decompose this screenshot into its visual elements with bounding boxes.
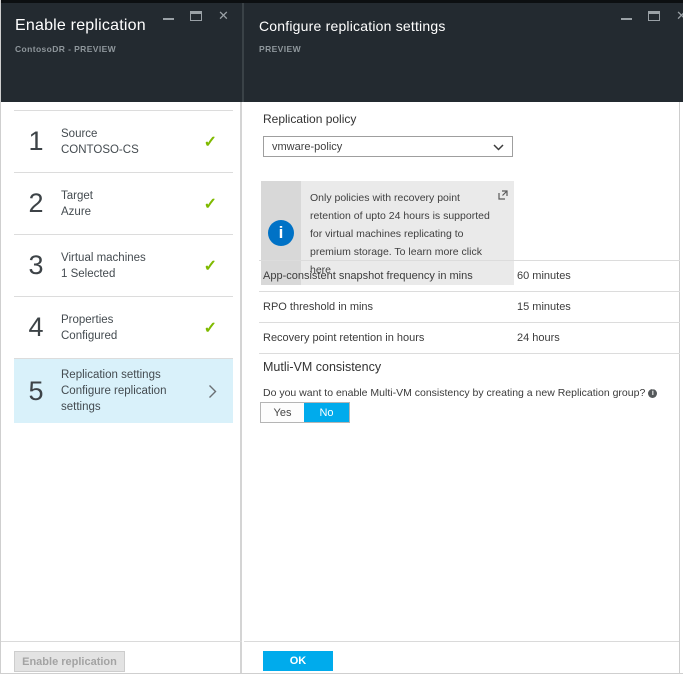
replication-policy-dropdown[interactable]: vmware-policy xyxy=(263,136,513,157)
step-virtual-machines[interactable]: 3 Virtual machines 1 Selected ✓ xyxy=(14,235,233,297)
step-properties[interactable]: 4 Properties Configured ✓ xyxy=(14,297,233,359)
check-icon: ✓ xyxy=(204,132,233,152)
external-link-icon[interactable] xyxy=(498,187,508,205)
setting-label: App-consistent snapshot frequency in min… xyxy=(259,270,473,282)
table-row: RPO threshold in mins 15 minutes xyxy=(259,292,680,323)
step-number: 3 xyxy=(14,250,58,281)
info-icon: i xyxy=(268,220,294,246)
policy-settings-table: App-consistent snapshot frequency in min… xyxy=(259,260,680,354)
step-number: 5 xyxy=(14,376,58,407)
step-target[interactable]: 2 Target Azure ✓ xyxy=(14,173,233,235)
right-blade-title: Configure replication settings xyxy=(259,18,446,34)
setting-value: 15 minutes xyxy=(517,301,571,313)
wizard-steps: 1 Source CONTOSO-CS ✓ 2 Target Azure ✓ 3… xyxy=(14,110,233,423)
step-title: Virtual machines xyxy=(61,250,204,266)
setting-value: 24 hours xyxy=(517,332,560,344)
chevron-right-icon xyxy=(208,384,233,399)
step-subtitle: CONTOSO-CS xyxy=(61,142,204,158)
right-window-controls: ✕ xyxy=(621,8,683,24)
configure-replication-settings-blade: Replication policy vmware-policy i Only … xyxy=(244,102,680,673)
enable-replication-blade: 1 Source CONTOSO-CS ✓ 2 Target Azure ✓ 3… xyxy=(1,102,242,673)
blade-headers: Enable replication ContosoDR - PREVIEW ✕… xyxy=(1,0,683,102)
window: Enable replication ContosoDR - PREVIEW ✕… xyxy=(0,0,683,674)
table-row: Recovery point retention in hours 24 hou… xyxy=(259,323,680,354)
left-window-controls: ✕ xyxy=(163,8,229,24)
replication-policy-label: Replication policy xyxy=(263,112,356,126)
left-blade-subtitle: ContosoDR - PREVIEW xyxy=(15,44,116,54)
setting-value: 60 minutes xyxy=(517,270,571,282)
multivm-toggle: Yes No xyxy=(260,402,350,423)
maximize-icon[interactable] xyxy=(190,11,202,21)
minimize-icon[interactable] xyxy=(621,18,632,20)
enable-replication-button[interactable]: Enable replication xyxy=(14,651,125,672)
setting-label: Recovery point retention in hours xyxy=(259,332,424,344)
footer-divider xyxy=(1,641,242,642)
setting-label: RPO threshold in mins xyxy=(259,301,373,313)
multivm-consistency-heading: Mutli-VM consistency xyxy=(263,360,381,374)
step-subtitle: 1 Selected xyxy=(61,266,204,282)
table-row: App-consistent snapshot frequency in min… xyxy=(259,261,680,292)
close-icon[interactable]: ✕ xyxy=(676,9,683,23)
toggle-no-button[interactable]: No xyxy=(304,403,349,422)
step-replication-settings[interactable]: 5 Replication settings Configure replica… xyxy=(14,359,233,423)
dropdown-selected-value: vmware-policy xyxy=(272,141,493,153)
close-icon[interactable]: ✕ xyxy=(218,9,229,23)
step-subtitle: Configure replication settings xyxy=(61,383,208,415)
maximize-icon[interactable] xyxy=(648,11,660,21)
check-icon: ✓ xyxy=(204,256,233,276)
left-blade-title: Enable replication xyxy=(15,17,146,35)
chevron-down-icon xyxy=(493,138,504,156)
step-title: Properties xyxy=(61,312,204,328)
step-title: Replication settings xyxy=(61,367,208,383)
multivm-question: Do you want to enable Multi-VM consisten… xyxy=(263,387,657,399)
minimize-icon[interactable] xyxy=(163,18,174,20)
step-title: Target xyxy=(61,188,204,204)
info-tooltip-icon[interactable]: i xyxy=(648,389,657,398)
right-blade-subtitle: PREVIEW xyxy=(259,44,301,54)
footer-divider xyxy=(244,641,679,642)
step-number: 2 xyxy=(14,188,58,219)
step-title: Source xyxy=(61,126,204,142)
check-icon: ✓ xyxy=(204,318,233,338)
step-number: 1 xyxy=(14,126,58,157)
ok-button[interactable]: OK xyxy=(263,651,333,671)
step-source[interactable]: 1 Source CONTOSO-CS ✓ xyxy=(14,111,233,173)
step-number: 4 xyxy=(14,312,58,343)
check-icon: ✓ xyxy=(204,194,233,214)
step-subtitle: Azure xyxy=(61,204,204,220)
blade-divider xyxy=(242,3,244,102)
step-subtitle: Configured xyxy=(61,328,204,344)
toggle-yes-button[interactable]: Yes xyxy=(261,403,304,422)
